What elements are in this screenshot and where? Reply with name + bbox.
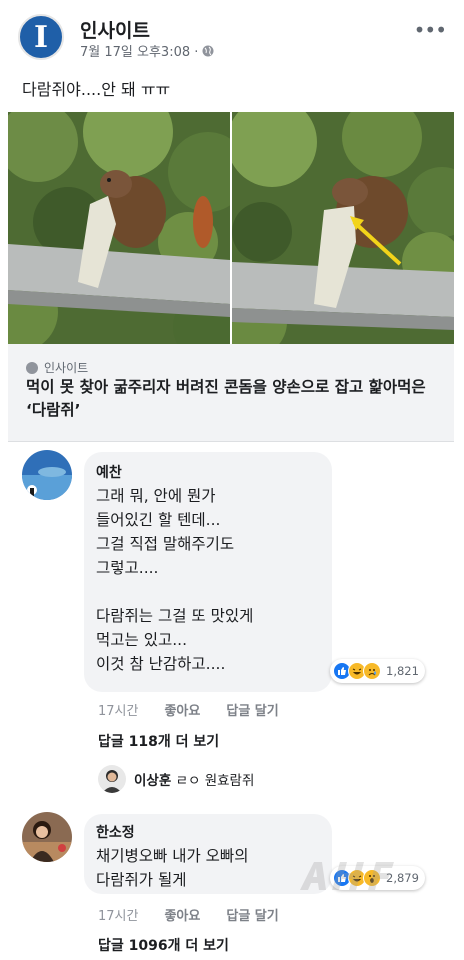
post-meta: 7월 17일 오후3:08 · (80, 41, 214, 60)
link-title[interactable]: 먹이 못 찾아 굶주리자 버려진 콘돔을 양손으로 잡고 핥아먹은 ‘다람쥐’ (26, 376, 446, 422)
comment-author[interactable]: 한소정 (96, 822, 135, 842)
watermark-logo (300, 862, 394, 890)
globe-icon (202, 45, 214, 56)
reply-preview-text: 이상훈 ㄹㅇ 원효람쥐 (134, 769, 254, 789)
reply-button[interactable]: 답글 달기 (226, 700, 278, 719)
view-more-replies-link[interactable]: 답글 1096개 더 보기 (98, 935, 229, 955)
avatar[interactable] (22, 812, 72, 862)
source-logo-icon (26, 361, 38, 374)
squirrel-photo-left (8, 112, 230, 344)
like-button[interactable]: 좋아요 (164, 700, 200, 719)
reaction-count: 1,821 (386, 664, 419, 678)
avatar[interactable] (22, 450, 72, 500)
post-header: I 인사이트 7월 17일 오후3:08 · ••• (18, 12, 448, 62)
reply-snippet: ㄹㅇ 원효람쥐 (175, 773, 255, 789)
page-name[interactable]: 인사이트 (80, 16, 150, 43)
reply-author[interactable]: 이상훈 (134, 773, 171, 789)
like-button[interactable]: 좋아요 (164, 905, 200, 924)
link-source-label: 인사이트 (44, 361, 89, 375)
post-timestamp[interactable]: 7월 17일 오후3:08 · (80, 41, 198, 60)
comment-text: 그래 뭐, 안에 뭔가 들어있긴 할 텐데... 그걸 직접 말해주기도 그렇고… (96, 487, 254, 673)
comment-text: 채기병오빠 내가 오빠의 다람쥐가 될게 (96, 847, 249, 889)
link-preview-image[interactable] (8, 112, 454, 344)
avatar[interactable] (98, 765, 126, 793)
page-logo[interactable]: I (18, 14, 64, 60)
comment-time[interactable]: 17시간 (98, 700, 138, 719)
squirrel-photo-right (232, 112, 454, 344)
reply-preview[interactable]: 이상훈 ㄹㅇ 원효람쥐 (98, 764, 254, 794)
comment-author[interactable]: 예찬 (96, 462, 122, 482)
reply-button[interactable]: 답글 달기 (226, 905, 278, 924)
sad-icon (363, 662, 381, 680)
comment-actions: 17시간 좋아요 답글 달기 (98, 700, 279, 719)
comment-time[interactable]: 17시간 (98, 905, 138, 924)
post-text: 다람쥐야....안 돼 ㅠㅠ (22, 80, 171, 99)
view-more-replies-link[interactable]: 답글 118개 더 보기 (98, 731, 219, 751)
reaction-summary[interactable]: 1,821 (330, 659, 425, 683)
link-source: 인사이트 (26, 359, 88, 376)
comment-actions: 17시간 좋아요 답글 달기 (98, 905, 279, 924)
link-preview[interactable]: 인사이트 먹이 못 찾아 굶주리자 버려진 콘돔을 양손으로 잡고 핥아먹은 ‘… (8, 344, 454, 442)
more-horizontal-icon[interactable]: ••• (414, 18, 447, 42)
